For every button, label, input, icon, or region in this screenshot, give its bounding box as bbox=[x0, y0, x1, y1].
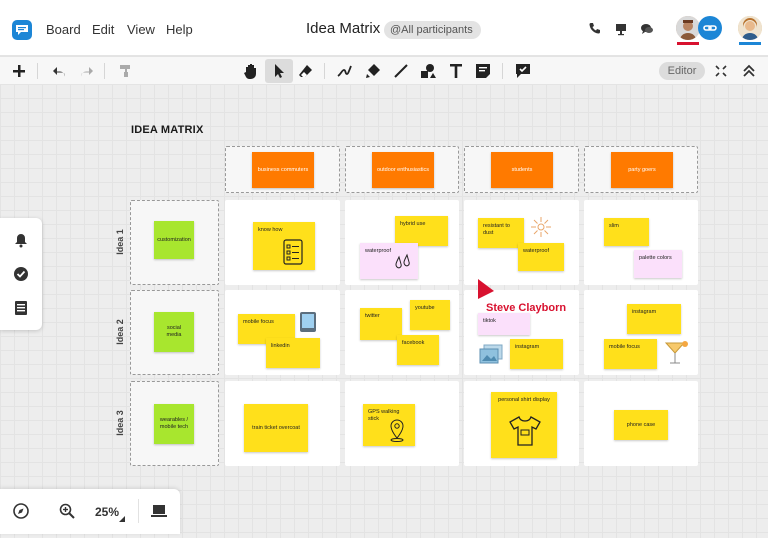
sticky-note[interactable]: slim bbox=[604, 218, 649, 246]
water-drops-icon bbox=[395, 253, 410, 269]
tablet-icon bbox=[300, 312, 316, 332]
list-icon[interactable] bbox=[13, 300, 29, 316]
row-label: Idea 3 bbox=[115, 410, 125, 436]
toolbar-divider bbox=[324, 63, 325, 79]
presentation-icon[interactable] bbox=[614, 22, 628, 36]
chat-icon[interactable] bbox=[640, 22, 654, 36]
zoom-dropdown-icon[interactable] bbox=[119, 516, 125, 522]
collapse-toolbar-icon[interactable] bbox=[740, 62, 758, 80]
user-avatar[interactable] bbox=[738, 16, 762, 40]
sticky-note[interactable]: instagram bbox=[510, 339, 563, 369]
remote-cursor-icon bbox=[478, 279, 494, 299]
location-pin-icon bbox=[390, 419, 404, 442]
sticky-note[interactable]: palette colors bbox=[634, 250, 682, 278]
hand-icon[interactable] bbox=[242, 62, 260, 80]
sun-icon bbox=[531, 217, 551, 237]
link-icon[interactable] bbox=[698, 16, 722, 40]
zoom-in-icon[interactable] bbox=[58, 502, 76, 520]
remote-cursor-label: Steve Clayborn bbox=[486, 302, 567, 314]
menu-view[interactable]: View bbox=[127, 22, 155, 37]
zoom-level[interactable]: 25% bbox=[95, 505, 119, 519]
add-icon[interactable] bbox=[10, 62, 28, 80]
comment-icon[interactable] bbox=[514, 62, 532, 80]
menu-help[interactable]: Help bbox=[166, 22, 193, 37]
row-label: Idea 2 bbox=[115, 319, 125, 345]
toolbar-divider bbox=[502, 63, 503, 79]
sticky-note[interactable]: hybrid use bbox=[395, 216, 448, 246]
sticky-note[interactable]: instagram bbox=[627, 304, 681, 334]
photos-icon bbox=[479, 344, 503, 364]
menu-edit[interactable]: Edit bbox=[92, 22, 114, 37]
sticky-note[interactable]: youtube bbox=[410, 300, 450, 330]
sticky-note[interactable]: students bbox=[491, 152, 553, 188]
sticky-note[interactable]: social media bbox=[154, 312, 194, 352]
text-icon[interactable] bbox=[447, 62, 465, 80]
active-speaker-indicator bbox=[677, 42, 699, 45]
sticky-note[interactable]: wearables / mobile tech bbox=[154, 404, 194, 444]
bottom-bar: 25% bbox=[0, 489, 180, 534]
bottom-divider bbox=[138, 499, 139, 523]
sticky-note[interactable]: outdoor enthusiastics bbox=[372, 152, 434, 188]
user-indicator bbox=[739, 42, 761, 45]
left-panel bbox=[0, 218, 42, 330]
checklist-icon bbox=[283, 239, 303, 265]
board-title: IDEA MATRIX bbox=[131, 124, 204, 136]
sticky-note[interactable]: business commuters bbox=[252, 152, 314, 188]
sticky-note[interactable]: phone case bbox=[614, 410, 668, 440]
laptop-icon[interactable] bbox=[150, 502, 168, 520]
select-icon[interactable] bbox=[270, 62, 288, 80]
participants-badge[interactable]: @All participants bbox=[384, 21, 481, 39]
bell-icon[interactable] bbox=[13, 232, 29, 248]
fullscreen-icon[interactable] bbox=[712, 62, 730, 80]
sticky-note[interactable]: linkedin bbox=[266, 338, 320, 368]
sticky-note[interactable]: waterproof bbox=[518, 243, 564, 271]
format-painter-icon[interactable] bbox=[117, 62, 135, 80]
sticky-note[interactable]: tiktok bbox=[478, 313, 530, 335]
toolbar bbox=[0, 57, 768, 85]
board-name[interactable]: Idea Matrix bbox=[306, 20, 380, 37]
tshirt-icon bbox=[509, 416, 541, 446]
check-icon[interactable] bbox=[13, 266, 29, 282]
app-logo-icon[interactable] bbox=[12, 20, 32, 40]
undo-icon[interactable] bbox=[51, 62, 69, 80]
sticky-note-icon[interactable] bbox=[474, 62, 492, 80]
phone-icon[interactable] bbox=[588, 22, 602, 36]
sticky-note[interactable]: customization bbox=[154, 221, 194, 259]
participant-avatar[interactable] bbox=[676, 16, 700, 40]
menu-board[interactable]: Board bbox=[46, 22, 81, 37]
toolbar-divider bbox=[37, 63, 38, 79]
redo-icon[interactable] bbox=[77, 62, 95, 80]
compass-icon[interactable] bbox=[12, 502, 30, 520]
pen-icon[interactable] bbox=[336, 62, 354, 80]
highlighter-icon[interactable] bbox=[364, 62, 382, 80]
sticky-note[interactable]: party goers bbox=[611, 152, 673, 188]
row-label: Idea 1 bbox=[115, 229, 125, 255]
shapes-icon[interactable] bbox=[419, 62, 437, 80]
eraser-icon[interactable] bbox=[297, 62, 315, 80]
sticky-note[interactable]: mobile focus bbox=[604, 339, 657, 369]
top-bar: Board Edit View Help Idea Matrix @All pa… bbox=[0, 0, 768, 56]
sticky-note[interactable]: train ticket overcoat bbox=[244, 404, 308, 452]
cocktail-icon bbox=[664, 341, 688, 364]
toolbar-divider bbox=[104, 63, 105, 79]
sticky-note[interactable]: twitter bbox=[360, 308, 402, 340]
line-icon[interactable] bbox=[392, 62, 410, 80]
editor-role-button[interactable]: Editor bbox=[659, 62, 705, 80]
sticky-note[interactable]: facebook bbox=[397, 335, 439, 365]
